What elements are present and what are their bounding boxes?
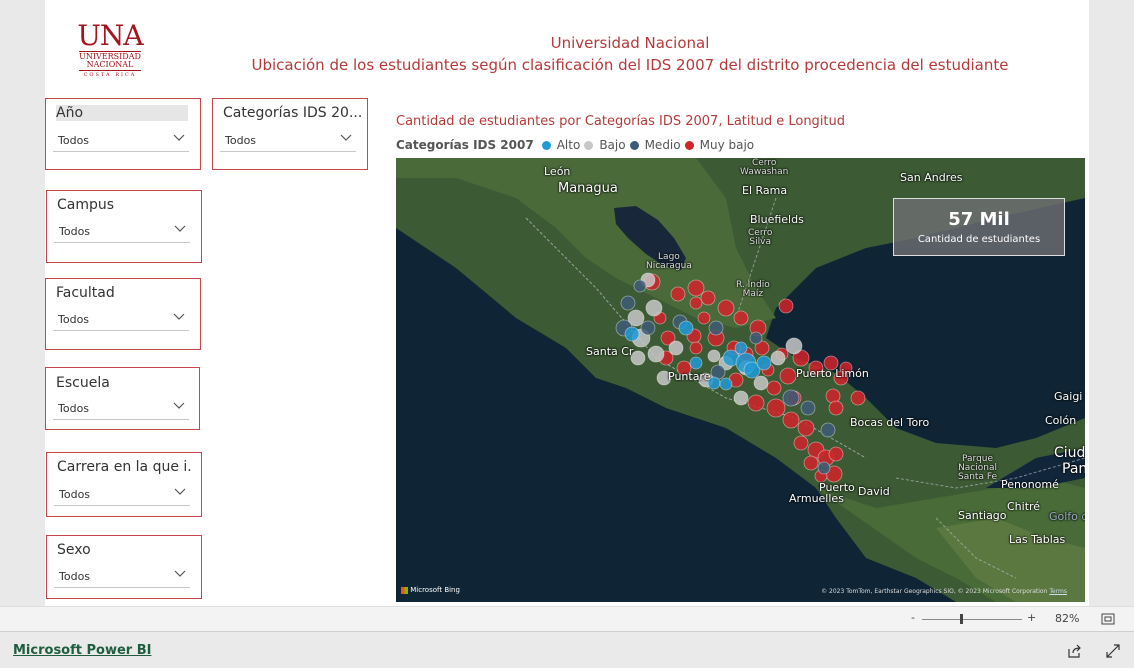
logo-line3: COSTA RICA xyxy=(83,72,137,78)
slicer-campus: Campus Todos xyxy=(46,190,202,263)
slicer-carrera-title: Carrera en la que i... xyxy=(57,459,193,475)
slicer-escuela: Escuela Todos xyxy=(45,367,200,430)
slicer-categorias-dropdown[interactable]: Todos xyxy=(220,129,356,152)
slicer-sexo-value: Todos xyxy=(59,570,91,583)
page-subtitle: Ubicación de los estudiantes según clasi… xyxy=(251,56,1009,74)
map-label-ciudad: Ciuda xyxy=(1054,445,1085,461)
slicer-campus-dropdown[interactable]: Todos xyxy=(54,220,190,243)
slicer-escuela-dropdown[interactable]: Todos xyxy=(53,397,189,420)
map-legend: Categorías IDS 2007 Alto Bajo Medio Muy … xyxy=(396,138,754,152)
map-label-cerro-wawashan: Cerro Wawashan xyxy=(740,158,789,177)
map-visual-title: Cantidad de estudiantes por Categorías I… xyxy=(396,114,846,129)
slicer-sexo-dropdown[interactable]: Todos xyxy=(54,565,190,588)
chevron-down-icon xyxy=(340,134,352,141)
chevron-down-icon xyxy=(174,225,186,232)
chevron-down-icon xyxy=(174,488,186,495)
zoom-out-button[interactable]: - xyxy=(911,611,915,624)
kpi-label: Cantidad de estudiantes xyxy=(917,234,1041,245)
slicer-sexo-title: Sexo xyxy=(57,542,91,558)
terms-link[interactable]: Terms xyxy=(1049,588,1067,595)
logo-line2: NACIONAL xyxy=(86,60,134,69)
map-label-armuelles: Armuelles xyxy=(789,492,844,505)
map-label-chitre: Chitré xyxy=(1007,500,1041,513)
legend-dot-bajo xyxy=(584,140,594,150)
map-label-golfo: Golfo de xyxy=(1049,510,1085,523)
report-canvas: UNA UNIVERSIDAD NACIONAL COSTA RICA Univ… xyxy=(45,0,1089,606)
legend-title: Categorías IDS 2007 xyxy=(396,138,534,152)
una-logo: UNA UNIVERSIDAD NACIONAL COSTA RICA xyxy=(75,22,145,79)
fit-to-page-icon[interactable] xyxy=(1101,613,1115,625)
slicer-facultad-dropdown[interactable]: Todos xyxy=(53,308,189,331)
fullscreen-icon[interactable] xyxy=(1106,644,1120,658)
slicer-carrera-value: Todos xyxy=(59,488,91,501)
legend-label-alto[interactable]: Alto xyxy=(557,138,581,152)
slicer-categorias-value: Todos xyxy=(225,134,257,147)
powerbi-link[interactable]: Microsoft Power BI xyxy=(13,643,151,658)
slicer-categorias: Categorías IDS 20... Todos xyxy=(212,98,368,170)
map-label-david: David xyxy=(858,485,890,498)
map-label-cerro-silva: Cerro Silva xyxy=(748,228,773,247)
chevron-down-icon xyxy=(173,313,185,320)
kpi-value: 57 Mil xyxy=(948,209,1010,230)
logo-main-text: UNA xyxy=(77,19,143,52)
map-label-parque-santa-fe: Parque Nacional Santa Fe xyxy=(958,454,998,482)
slicer-categorias-title: Categorías IDS 20... xyxy=(223,105,363,121)
map-label-lago-nicaragua: Lago Nicaragua xyxy=(646,252,692,271)
legend-dot-alto xyxy=(541,140,551,150)
map-label-managua: Managua xyxy=(558,181,618,196)
zoom-in-button[interactable]: + xyxy=(1027,611,1036,624)
kpi-card: 57 Mil Cantidad de estudiantes xyxy=(893,198,1065,256)
map-label-penonome: Penonomé xyxy=(1001,478,1059,491)
zoom-level: 82% xyxy=(1055,612,1080,625)
legend-dot-muy-bajo xyxy=(684,140,694,150)
slicer-anio: Año Todos xyxy=(45,98,201,170)
bing-map[interactable]: León Managua El Rama Cerro Wawashan Bluef… xyxy=(396,158,1085,602)
zoom-slider[interactable] xyxy=(922,614,1022,624)
map-label-rio-indio: R. Indio Maíz xyxy=(736,280,770,299)
slicer-anio-title: Año xyxy=(56,105,188,121)
bing-text: Microsoft Bing xyxy=(410,586,460,594)
legend-dot-medio xyxy=(629,140,639,150)
bing-logo: Microsoft Bing xyxy=(401,586,460,594)
slicer-escuela-value: Todos xyxy=(58,402,90,415)
chevron-down-icon xyxy=(174,570,186,577)
slicer-facultad-title: Facultad xyxy=(56,285,115,301)
legend-label-bajo[interactable]: Bajo xyxy=(599,138,625,152)
slicer-anio-dropdown[interactable]: Todos xyxy=(53,129,189,152)
map-copyright: © 2023 TomTom, Earthstar Geographics SIO… xyxy=(821,588,1067,595)
zoom-slider-handle[interactable] xyxy=(960,614,963,624)
map-label-bluefields: Bluefields xyxy=(750,213,804,226)
slicer-anio-value: Todos xyxy=(58,134,90,147)
slicer-campus-title: Campus xyxy=(57,197,115,213)
map-label-lastablas: Las Tablas xyxy=(1009,533,1066,546)
map-label-puntarenas: Puntare xyxy=(668,370,711,383)
slicer-campus-value: Todos xyxy=(59,225,91,238)
footer-bar: Microsoft Power BI xyxy=(0,631,1134,668)
share-icon[interactable] xyxy=(1067,644,1082,658)
slicer-escuela-title: Escuela xyxy=(56,375,110,391)
page-title: Universidad Nacional xyxy=(550,34,710,52)
slicer-carrera: Carrera en la que i... Todos xyxy=(46,452,202,517)
map-label-pan: Pan xyxy=(1062,461,1085,477)
zoom-bar: - + 82% xyxy=(0,606,1134,632)
map-label-sanandres: San Andres xyxy=(900,171,963,184)
slicer-sexo: Sexo Todos xyxy=(46,535,202,599)
legend-label-muy-bajo[interactable]: Muy bajo xyxy=(700,138,755,152)
map-label-bocas: Bocas del Toro xyxy=(850,416,930,429)
chevron-down-icon xyxy=(173,402,185,409)
map-label-santacruz: Santa Cr xyxy=(586,345,634,358)
chevron-down-icon xyxy=(173,134,185,141)
map-label-leon: León xyxy=(544,165,571,178)
slicer-facultad: Facultad Todos xyxy=(45,278,201,350)
slicer-carrera-dropdown[interactable]: Todos xyxy=(54,483,190,506)
legend-label-medio[interactable]: Medio xyxy=(645,138,681,152)
microsoft-logo-icon xyxy=(401,586,408,594)
copyright-text: © 2023 TomTom, Earthstar Geographics SIO… xyxy=(821,588,1048,595)
map-label-gaigi: Gaigi xyxy=(1054,390,1083,403)
map-label-elrama: El Rama xyxy=(742,184,788,197)
map-label-santiago: Santiago xyxy=(958,509,1007,522)
map-label-puertolimon: Puerto Limón xyxy=(796,367,869,380)
map-label-colon: Colón xyxy=(1045,414,1077,427)
slicer-facultad-value: Todos xyxy=(58,313,90,326)
